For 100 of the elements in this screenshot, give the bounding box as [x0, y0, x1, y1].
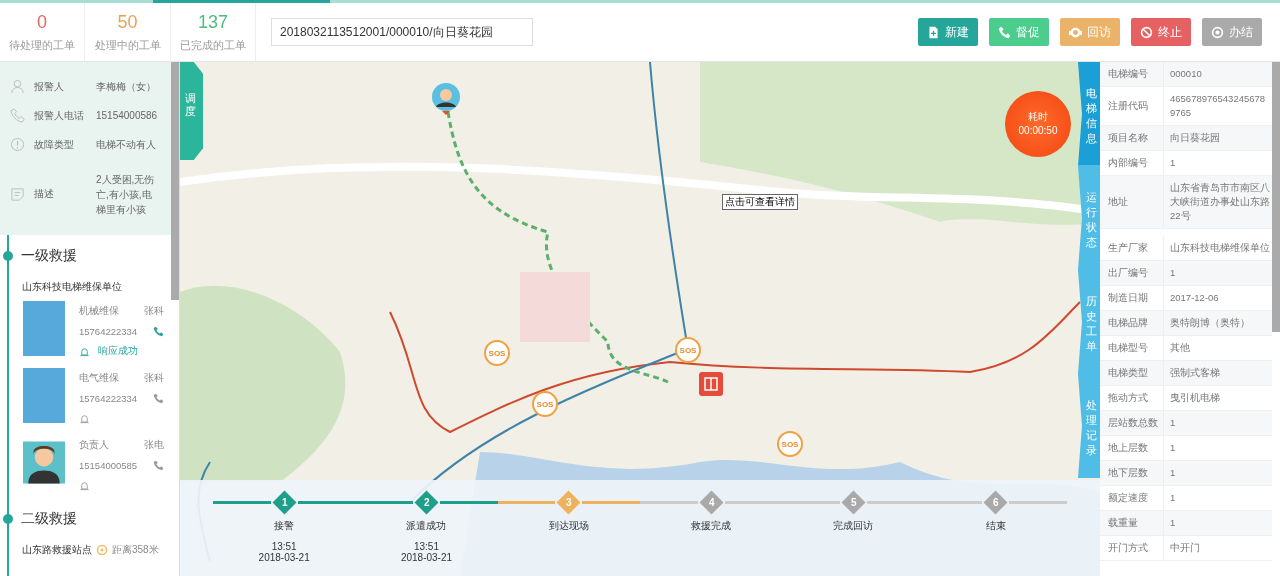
- ban-icon: [1140, 25, 1153, 39]
- field-value: 2人受困,无伤亡,有小孩,电梯里有小孩: [96, 172, 156, 217]
- info-value: 4656789765432456789765: [1169, 92, 1267, 120]
- info-value: 中开门: [1169, 541, 1201, 555]
- staff-role: 机械维保: [79, 304, 119, 318]
- info-label: 电梯品牌: [1100, 311, 1164, 335]
- location-pin-icon: [96, 544, 108, 556]
- person-icon: [10, 79, 25, 94]
- step-number: 2: [423, 496, 430, 508]
- info-value: 1: [1169, 516, 1177, 530]
- info-label: 制造日期: [1100, 286, 1164, 310]
- staff-name: 张科: [144, 371, 164, 385]
- info-label: 内部编号: [1100, 151, 1164, 175]
- info-value: 2017-12-06: [1169, 291, 1220, 305]
- info-label: 开门方式: [1100, 536, 1164, 560]
- step-label: 救援完成: [691, 519, 732, 533]
- info-label: 生产厂家: [1100, 236, 1164, 260]
- progress-line: [213, 500, 271, 504]
- info-value: 1: [1169, 491, 1177, 505]
- distance-text: 距离358米: [112, 543, 159, 557]
- phone-icon: [10, 108, 25, 123]
- info-value: 强制式客梯: [1169, 366, 1221, 380]
- timer-text: 00:00:50: [1018, 124, 1058, 138]
- phone-icon[interactable]: [153, 392, 164, 404]
- person-photo-placeholder: [23, 301, 65, 356]
- field-label: 报警人: [34, 79, 65, 94]
- map-tooltip[interactable]: 点击可查看详情: [722, 194, 798, 210]
- person-photo-placeholder: [23, 368, 65, 423]
- record-icon: [1211, 25, 1224, 39]
- info-label: 电梯编号: [1100, 62, 1164, 86]
- phone-icon[interactable]: [153, 325, 164, 337]
- info-value: 1: [1169, 416, 1177, 430]
- staff-name: 张科: [144, 304, 164, 318]
- stat-label: 已完成的工单: [180, 38, 246, 53]
- timer-text: 耗时: [1028, 110, 1048, 124]
- field-label: 描述: [34, 187, 55, 201]
- info-value: 奥特朗博（奥特）: [1169, 316, 1251, 330]
- phone-icon: [998, 25, 1011, 39]
- info-value: 1: [1169, 466, 1177, 480]
- step-number: 6: [993, 496, 999, 508]
- unit-name: 山东路救援站点: [22, 543, 92, 557]
- info-label: 注册代码: [1100, 87, 1164, 125]
- step-label: 完成回访: [833, 519, 874, 533]
- action-button[interactable]: 新建: [918, 18, 978, 46]
- progress-line: [1009, 500, 1067, 504]
- scrollbar[interactable]: [1272, 62, 1280, 332]
- stat-label: 处理中的工单: [94, 38, 161, 53]
- info-label: 项目名称: [1100, 126, 1164, 150]
- step-time: 13:51: [413, 541, 439, 552]
- search-field[interactable]: 2018032113512001/000010/向日葵花园: [271, 18, 533, 46]
- staff-phone: 15154000585: [79, 459, 138, 471]
- info-icon: [10, 137, 25, 152]
- action-button[interactable]: 终止: [1131, 18, 1191, 46]
- info-value: 山东科技电梯维保单位: [1169, 241, 1271, 255]
- phone-icon[interactable]: [153, 459, 164, 471]
- info-value: 向日葵花园: [1169, 131, 1221, 145]
- field-value: 电梯不动有人: [96, 138, 157, 152]
- side-tab[interactable]: 历史工单: [1078, 270, 1100, 374]
- info-label: 地下层数: [1100, 461, 1164, 485]
- info-label: 出厂编号: [1100, 261, 1164, 285]
- staff-role: 电气维保: [79, 371, 119, 385]
- info-value: 山东省青岛市市南区八大峡街道办事处山东路22号: [1169, 181, 1271, 223]
- info-value: 1: [1169, 266, 1177, 280]
- file-icon: [927, 25, 940, 39]
- action-button[interactable]: 督促: [989, 18, 1049, 46]
- stat-count: 137: [197, 11, 228, 33]
- section-title: 二级救援: [21, 510, 77, 528]
- document-icon: [10, 186, 25, 202]
- person-marker-icon[interactable]: [430, 80, 462, 118]
- field-label: 故障类型: [34, 137, 75, 152]
- info-value: 1: [1169, 156, 1177, 170]
- action-button[interactable]: 回访: [1060, 18, 1120, 46]
- step-number: 4: [708, 496, 714, 508]
- staff-name: 张电: [144, 438, 164, 452]
- field-value: 15154000586: [96, 109, 159, 123]
- info-label: 拖动方式: [1100, 386, 1164, 410]
- step-number: 3: [566, 496, 572, 508]
- side-tab[interactable]: 调度: [180, 62, 203, 160]
- side-tab[interactable]: 电梯信息: [1078, 62, 1100, 166]
- staff-phone: 15764222334: [79, 325, 138, 337]
- action-button[interactable]: 办结: [1202, 18, 1262, 46]
- info-value: 1: [1169, 441, 1177, 455]
- response-status: 响应成功: [98, 344, 138, 358]
- alarm-icon: [79, 412, 90, 424]
- step-label: 接警: [274, 519, 295, 533]
- stat-label: 待处理的工单: [9, 38, 75, 53]
- info-value: 000010: [1169, 67, 1203, 81]
- unit-name: 山东科技电梯维保单位: [22, 280, 122, 294]
- info-label: 地上层数: [1100, 436, 1164, 460]
- elevator-marker-icon[interactable]: [699, 372, 723, 396]
- info-label: 额定速度: [1100, 486, 1164, 510]
- scrollbar[interactable]: [171, 62, 179, 300]
- side-tab[interactable]: 运行状态: [1078, 166, 1100, 270]
- info-label: 电梯类型: [1100, 361, 1164, 385]
- alarm-icon: [79, 479, 90, 491]
- headset-icon: [1069, 25, 1082, 39]
- step-number: 1: [281, 496, 287, 508]
- info-value: 其他: [1169, 341, 1191, 355]
- side-tab[interactable]: 处理记录: [1078, 374, 1100, 478]
- step-date: 2018-03-21: [258, 552, 310, 563]
